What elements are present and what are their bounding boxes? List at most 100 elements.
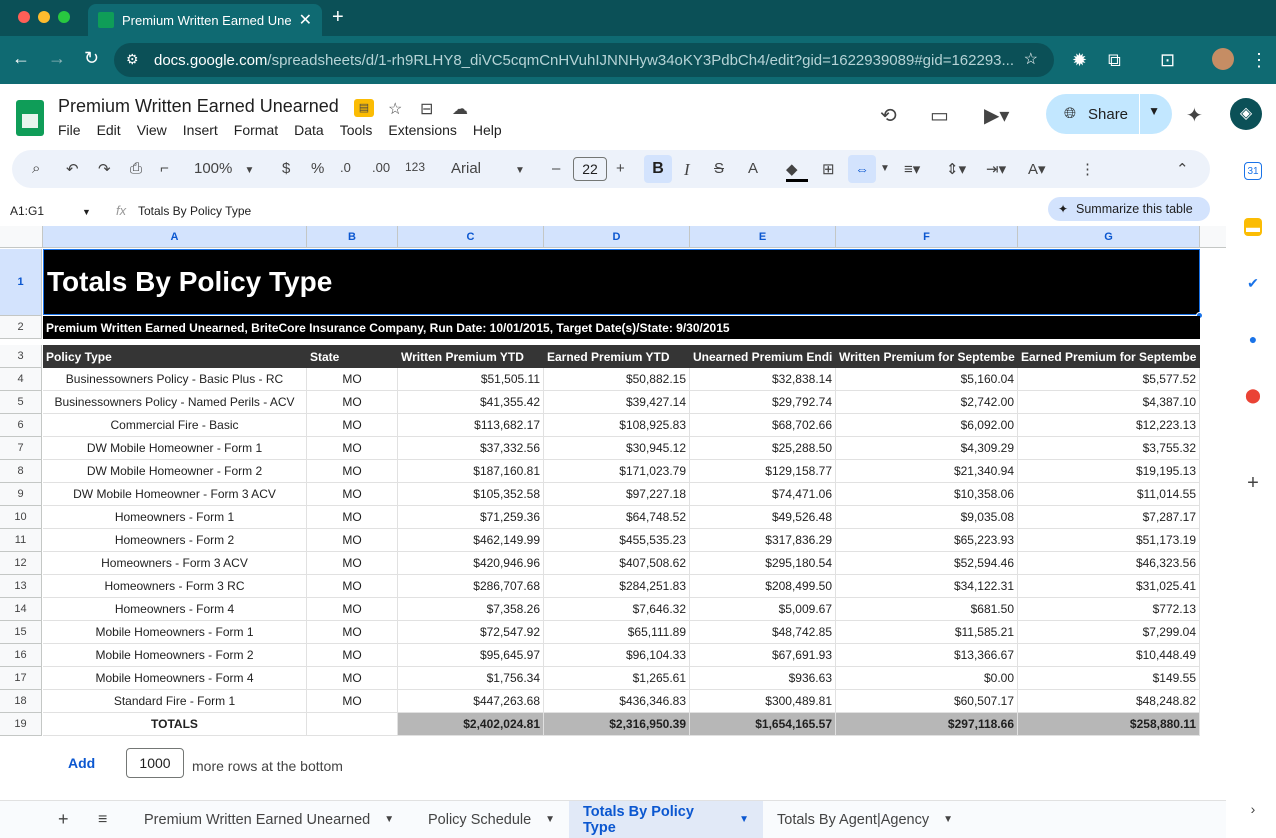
table-cell[interactable]: Homeowners - Form 4 — [43, 598, 307, 621]
summarize-table-button[interactable]: ✦ Summarize this table — [1048, 197, 1210, 221]
table-cell[interactable]: Mobile Homeowners - Form 1 — [43, 621, 307, 644]
column-header-b[interactable]: B — [307, 226, 398, 248]
table-cell[interactable]: $46,323.56 — [1018, 552, 1200, 575]
table-cell[interactable]: $50,882.15 — [544, 368, 690, 391]
table-cell[interactable]: $6,092.00 — [836, 414, 1018, 437]
table-cell[interactable]: $48,742.85 — [690, 621, 836, 644]
cloud-saved-icon[interactable]: ☁ — [452, 99, 468, 119]
sheet-tab-policy-schedule[interactable]: Policy Schedule ▼ — [414, 801, 569, 838]
number-format-button[interactable]: 123 — [405, 160, 425, 174]
menu-format[interactable]: Format — [234, 122, 278, 138]
column-header-g[interactable]: G — [1018, 226, 1200, 248]
table-cell[interactable]: $31,025.41 — [1018, 575, 1200, 598]
table-cell[interactable]: $74,471.06 — [690, 483, 836, 506]
move-folder-icon[interactable]: ⊟ — [420, 99, 433, 119]
more-options-icon[interactable]: ⋮ — [1080, 160, 1095, 178]
name-box[interactable]: A1:G1 ▼ — [10, 204, 91, 218]
table-cell[interactable]: $284,251.83 — [544, 575, 690, 598]
table-cell[interactable]: Mobile Homeowners - Form 4 — [43, 667, 307, 690]
borders-icon[interactable]: ⊞ — [822, 160, 835, 178]
meet-icon[interactable]: ▶▾ — [984, 103, 1009, 128]
row-header[interactable]: 5 — [0, 391, 42, 414]
merge-chevron-icon[interactable]: ▼ — [880, 163, 890, 174]
site-info-icon[interactable]: ⚙ — [126, 51, 139, 68]
forward-icon[interactable]: → — [48, 48, 66, 69]
table-cell[interactable]: $10,448.49 — [1018, 644, 1200, 667]
table-cell[interactable]: $25,288.50 — [690, 437, 836, 460]
get-addons-icon[interactable]: + — [1244, 473, 1262, 493]
browser-tab[interactable]: Premium Written Earned Unearned ✕ — [88, 4, 322, 36]
menu-insert[interactable]: Insert — [183, 122, 218, 138]
table-cell[interactable]: MO — [307, 460, 398, 483]
table-cell[interactable]: $65,223.93 — [836, 529, 1018, 552]
menu-extensions[interactable]: Extensions — [388, 122, 456, 138]
table-cell[interactable]: $0.00 — [836, 667, 1018, 690]
table-cell[interactable]: $11,014.55 — [1018, 483, 1200, 506]
menu-help[interactable]: Help — [473, 122, 502, 138]
menu-edit[interactable]: Edit — [97, 122, 121, 138]
header-written-premium-ytd[interactable]: Written Premium YTD — [398, 345, 544, 368]
table-cell[interactable]: MO — [307, 598, 398, 621]
header-policy-type[interactable]: Policy Type — [43, 345, 307, 368]
table-cell[interactable]: $21,340.94 — [836, 460, 1018, 483]
table-cell[interactable]: $10,358.06 — [836, 483, 1018, 506]
menu-view[interactable]: View — [137, 122, 167, 138]
sheet-tab-totals-policy[interactable]: Totals By Policy Type ▼ — [569, 801, 763, 838]
table-cell[interactable]: $447,263.68 — [398, 690, 544, 713]
chevron-down-icon[interactable]: ▼ — [384, 814, 394, 825]
table-cell[interactable]: DW Mobile Homeowner - Form 2 — [43, 460, 307, 483]
table-cell[interactable]: $105,352.58 — [398, 483, 544, 506]
header-earned-premium-ytd[interactable]: Earned Premium YTD — [544, 345, 690, 368]
table-cell[interactable]: $39,427.14 — [544, 391, 690, 414]
table-cell[interactable]: $113,682.17 — [398, 414, 544, 437]
column-header-d[interactable]: D — [544, 226, 690, 248]
close-window-button[interactable] — [18, 11, 30, 23]
browser-profile-avatar[interactable] — [1212, 48, 1234, 70]
table-cell[interactable]: $5,160.04 — [836, 368, 1018, 391]
sheets-logo-icon[interactable] — [16, 100, 44, 136]
table-cell[interactable]: $51,173.19 — [1018, 529, 1200, 552]
reload-icon[interactable]: ↻ — [84, 48, 99, 69]
row-header-1[interactable]: 1 — [0, 249, 42, 316]
new-tab-icon[interactable]: + — [332, 6, 344, 29]
table-cell[interactable]: $317,836.29 — [690, 529, 836, 552]
table-cell[interactable]: Businessowners Policy - Named Perils - A… — [43, 391, 307, 414]
table-cell[interactable]: Standard Fire - Form 1 — [43, 690, 307, 713]
table-cell[interactable]: MO — [307, 667, 398, 690]
table-cell[interactable]: MO — [307, 552, 398, 575]
table-cell[interactable]: $7,646.32 — [544, 598, 690, 621]
sheet-title-cell[interactable]: Totals By Policy Type — [43, 249, 1200, 315]
row-header[interactable]: 17 — [0, 667, 42, 690]
table-cell[interactable]: $65,111.89 — [544, 621, 690, 644]
row-header[interactable]: 19 — [0, 713, 42, 736]
font-size-input[interactable]: 22 — [573, 157, 607, 181]
menu-tools[interactable]: Tools — [340, 122, 373, 138]
chevron-down-icon[interactable]: ▼ — [1148, 104, 1160, 118]
column-header-f[interactable]: F — [836, 226, 1018, 248]
table-cell[interactable]: $129,158.77 — [690, 460, 836, 483]
percent-format-button[interactable]: % — [311, 160, 324, 177]
add-rows-count-input[interactable]: 1000 — [126, 748, 184, 778]
row-header[interactable]: 12 — [0, 552, 42, 575]
row-header[interactable]: 8 — [0, 460, 42, 483]
extensions-puzzle-icon[interactable]: ⧉ — [1108, 50, 1121, 71]
table-cell[interactable]: $455,535.23 — [544, 529, 690, 552]
table-cell[interactable]: MO — [307, 644, 398, 667]
row-header[interactable]: 14 — [0, 598, 42, 621]
table-cell[interactable]: $171,023.79 — [544, 460, 690, 483]
chevron-down-icon[interactable]: ▼ — [545, 814, 555, 825]
vertical-align-icon[interactable]: ⇕▾ — [946, 160, 966, 178]
column-header-a[interactable]: A — [43, 226, 307, 248]
table-cell[interactable]: $681.50 — [836, 598, 1018, 621]
share-button[interactable]: 🌐︎ Share ▼ — [1046, 94, 1172, 134]
minimize-window-button[interactable] — [38, 11, 50, 23]
table-cell[interactable]: Mobile Homeowners - Form 2 — [43, 644, 307, 667]
table-cell[interactable]: MO — [307, 506, 398, 529]
zoom-select[interactable]: 100% ▼ — [194, 160, 254, 177]
decrease-decimal-button[interactable]: .0 — [340, 160, 351, 175]
table-cell[interactable]: $1,265.61 — [544, 667, 690, 690]
table-cell[interactable]: MO — [307, 437, 398, 460]
table-cell[interactable]: $149.55 — [1018, 667, 1200, 690]
table-cell[interactable]: Homeowners - Form 1 — [43, 506, 307, 529]
header-unearned-premium[interactable]: Unearned Premium Endi — [690, 345, 836, 368]
